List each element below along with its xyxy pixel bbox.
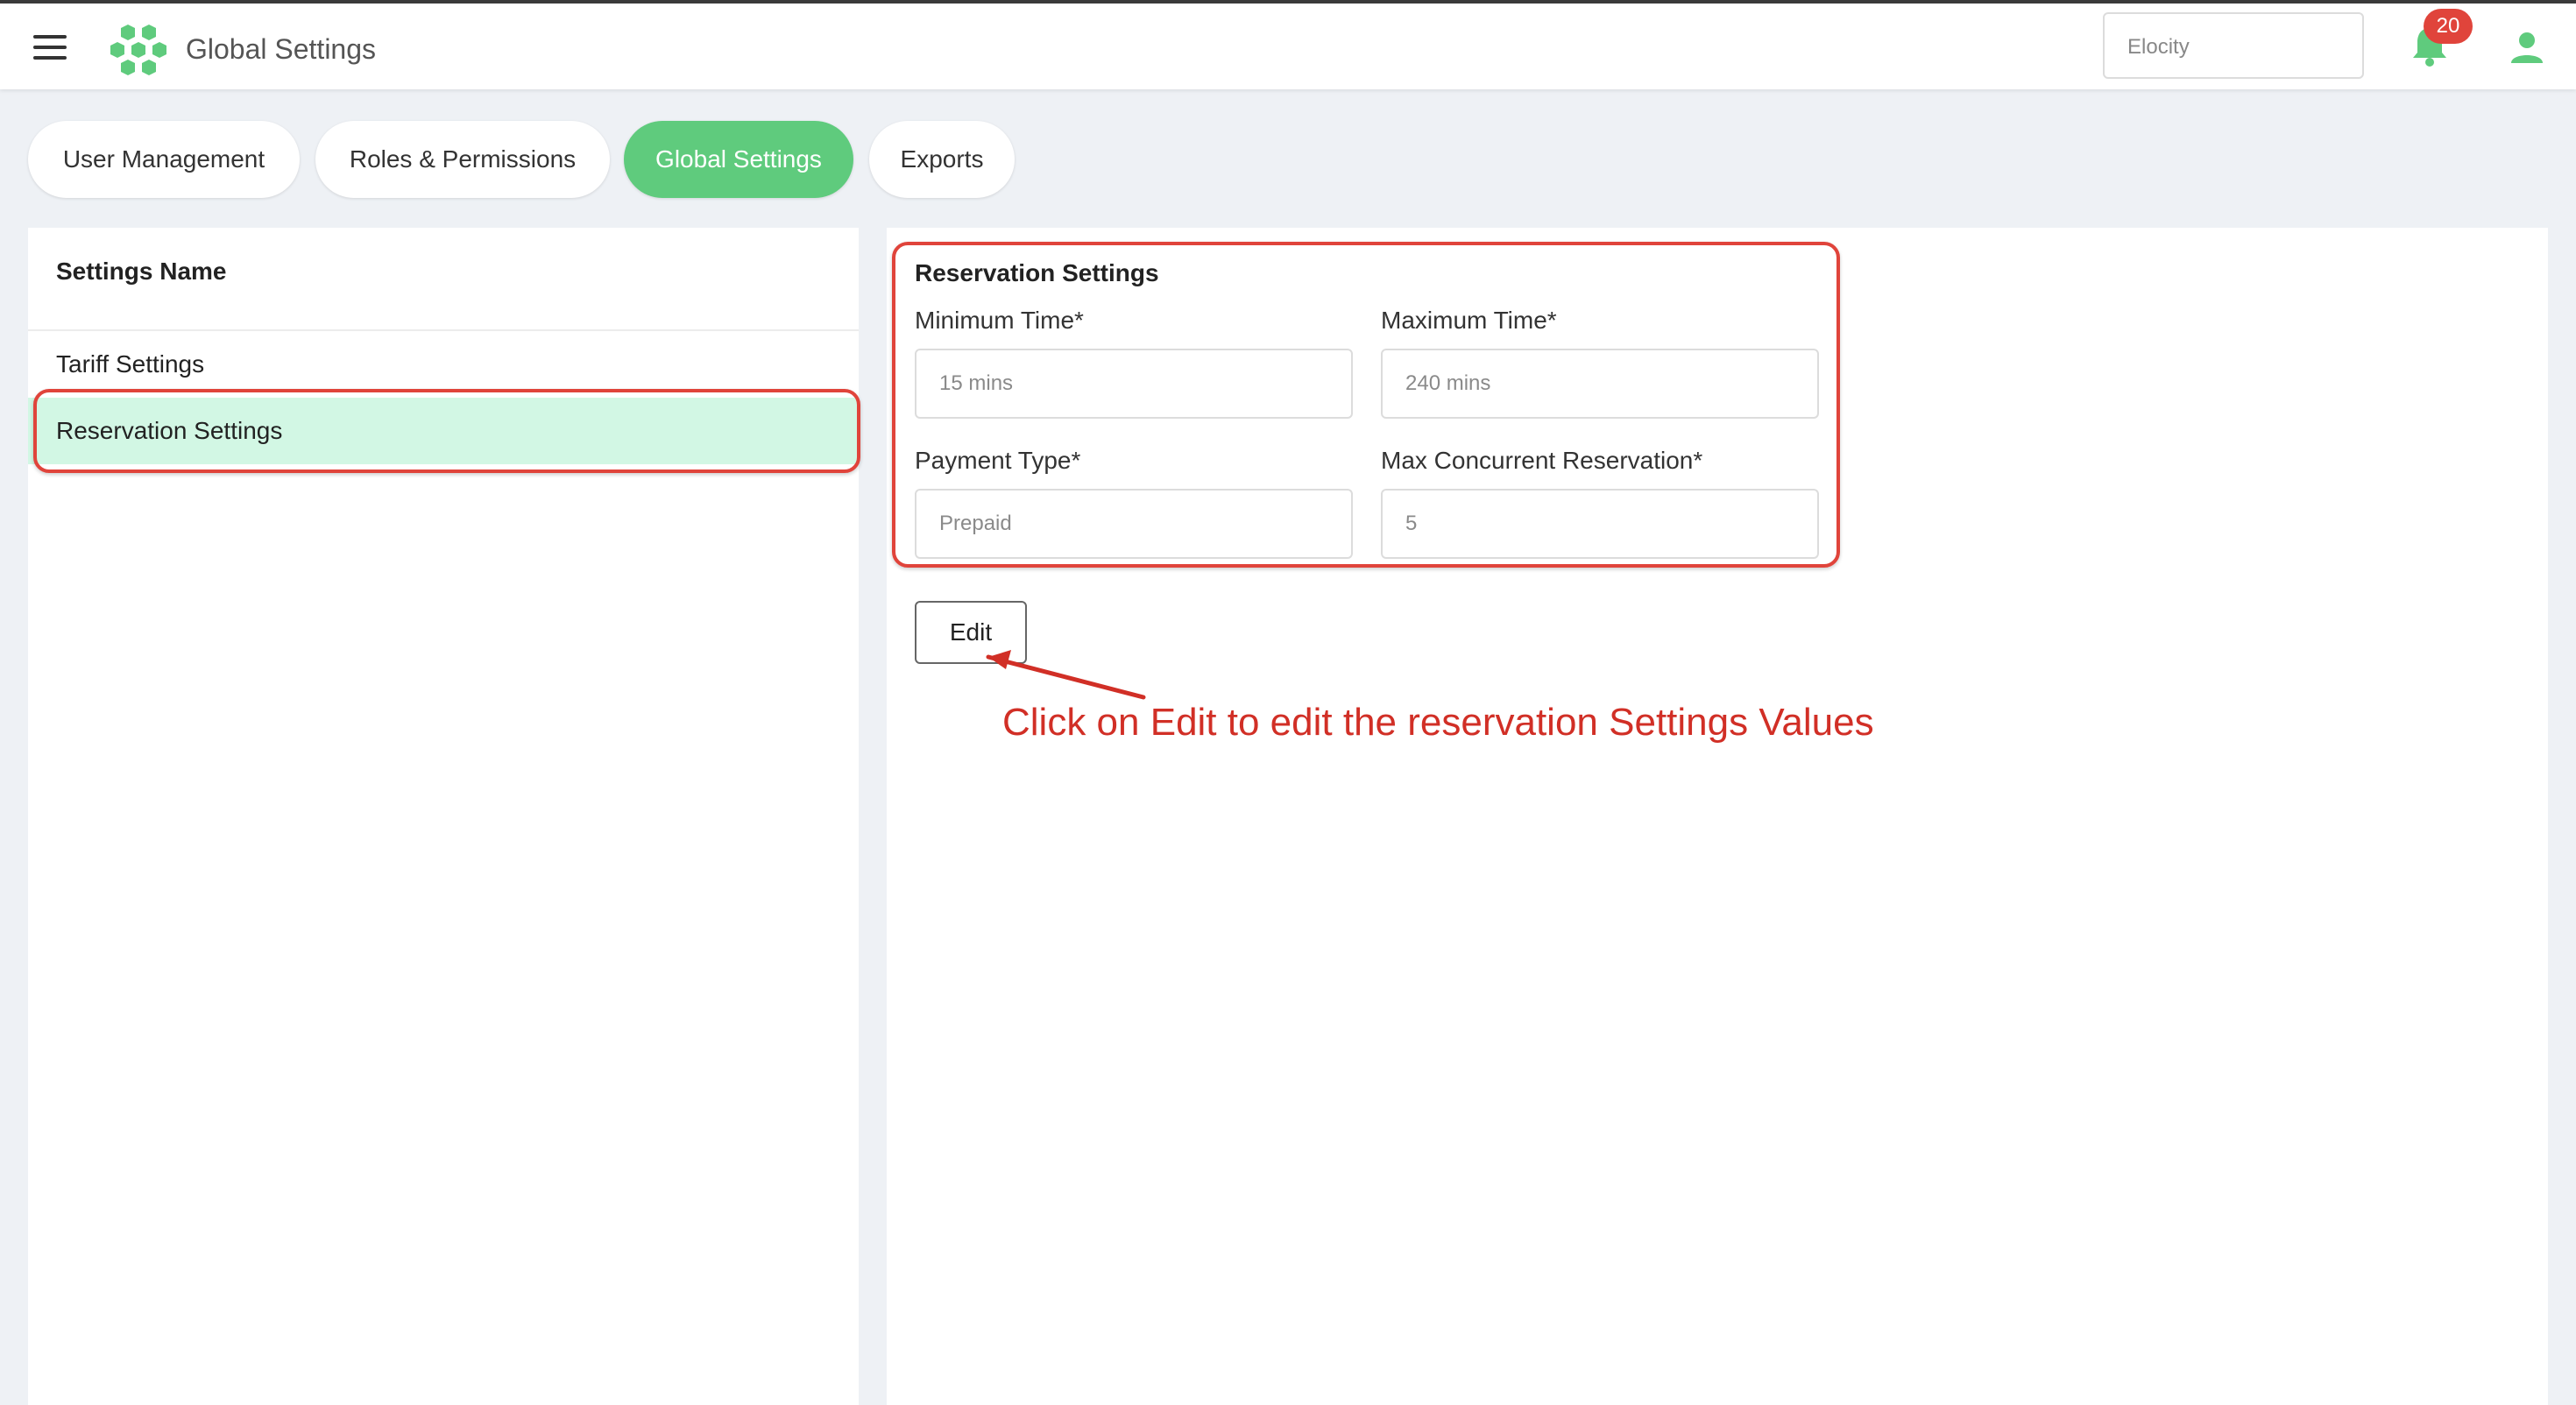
maximum-time-input[interactable] <box>1381 349 1819 419</box>
maximum-time-label: Maximum Time* <box>1381 307 1557 334</box>
annotation-arrow-icon <box>986 650 1146 700</box>
tab-exports[interactable]: Exports <box>869 121 1015 198</box>
minimum-time-input[interactable] <box>915 349 1353 419</box>
tab-roles-permissions[interactable]: Roles & Permissions <box>315 121 610 198</box>
settings-item-tariff[interactable]: Tariff Settings <box>28 331 859 398</box>
menu-icon[interactable] <box>33 35 67 60</box>
annotation-text: Click on Edit to edit the reservation Se… <box>1002 701 1874 744</box>
logo-icon <box>110 25 166 75</box>
annotation-highlight-box <box>33 389 860 473</box>
org-select[interactable]: Elocity <box>2103 12 2364 79</box>
tab-global-settings[interactable]: Global Settings <box>624 121 853 198</box>
user-icon[interactable] <box>2509 30 2544 65</box>
payment-type-label: Payment Type* <box>915 447 1081 474</box>
section-title: Reservation Settings <box>915 259 1159 286</box>
settings-list-header: Settings Name <box>56 258 227 285</box>
notification-badge: 20 <box>2424 9 2473 44</box>
minimum-time-label: Minimum Time* <box>915 307 1084 334</box>
tab-user-management[interactable]: User Management <box>28 121 300 198</box>
page-title: Global Settings <box>186 33 377 65</box>
max-concurrent-reservation-label: Max Concurrent Reservation* <box>1381 447 1703 474</box>
payment-type-input[interactable] <box>915 489 1353 559</box>
max-concurrent-reservation-input[interactable] <box>1381 489 1819 559</box>
